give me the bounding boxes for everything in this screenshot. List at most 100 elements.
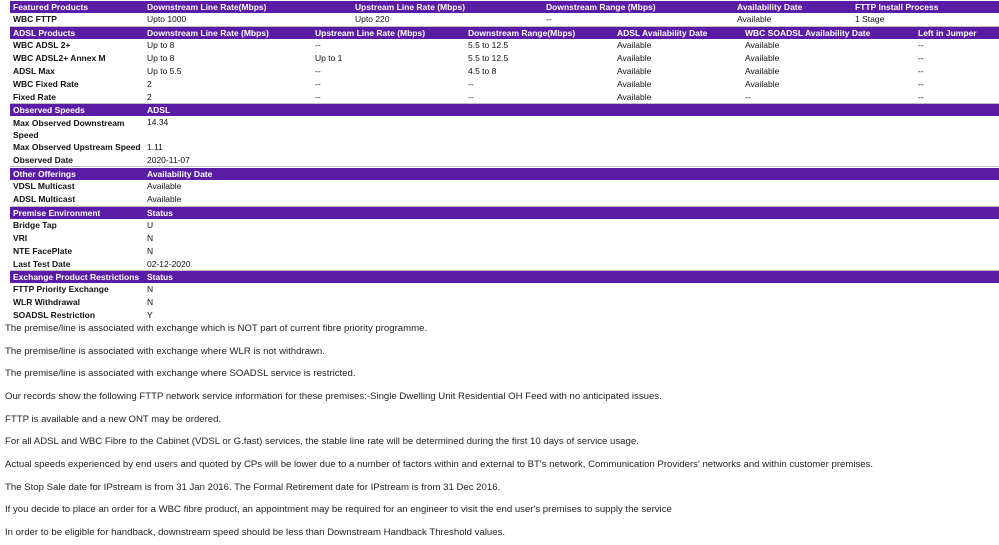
left-in-jumper: -- — [918, 40, 924, 50]
exchange-header-col-1: Status — [147, 272, 173, 282]
premise-label: NTE FacePlate — [13, 246, 73, 256]
featured-header-col-1: Downstream Line Rate(Mbps) — [147, 2, 267, 12]
note-fibre-priority: The premise/line is associated with exch… — [5, 323, 428, 334]
downstream-rate: 2 — [147, 79, 152, 89]
table-row: Max Observed Upstream Speed 1.11 — [10, 141, 999, 154]
upstream-rate: -- — [315, 66, 321, 76]
exchange-value: N — [147, 297, 154, 307]
table-row: WBC ADSL2+ Annex M Up to 8 Up to 1 5.5 t… — [10, 52, 999, 65]
featured-header-col-2: Upstream Line Rate (Mbps) — [355, 2, 466, 12]
premise-value: U — [147, 220, 154, 230]
table-row: FTTP Priority Exchange N — [10, 283, 999, 296]
upstream-rate: -- — [315, 79, 321, 89]
adsl-header-col-1: Downstream Line Rate (Mbps) — [147, 28, 269, 38]
soadsl-availability: Available — [745, 53, 780, 63]
adsl-header-col-4: ADSL Availability Date — [617, 28, 708, 38]
premise-header-col-1: Status — [147, 208, 173, 218]
left-in-jumper: -- — [918, 53, 924, 63]
downstream-rate: Up to 8 — [147, 40, 175, 50]
observed-speeds-table: Observed Speeds ADSL Max Observed Downst… — [10, 104, 999, 167]
adsl-availability: Available — [617, 79, 652, 89]
observed-label: Max Observed Upstream Speed — [13, 142, 141, 152]
premise-value: N — [147, 233, 154, 243]
other-offerings-table: Other Offerings Availability Date VDSL M… — [10, 168, 999, 206]
table-row: VDSL Multicast Available — [10, 180, 999, 193]
downstream-rate: Up to 8 — [147, 53, 175, 63]
adsl-header-col-5: WBC SOADSL Availability Date — [745, 28, 871, 38]
other-offerings-header: Other Offerings Availability Date — [10, 168, 999, 180]
exchange-restrictions-header: Exchange Product Restrictions Status — [10, 271, 999, 283]
note-ipstream: The Stop Sale date for IPstream is from … — [5, 482, 501, 493]
left-in-jumper: -- — [918, 66, 924, 76]
adsl-availability: Available — [617, 66, 652, 76]
divider — [10, 166, 999, 167]
premise-header-col-0: Premise Environment — [13, 208, 101, 218]
table-row: WLR Withdrawal N — [10, 296, 999, 309]
offering-value: Available — [147, 194, 182, 204]
note-wlr: The premise/line is associated with exch… — [5, 346, 325, 357]
adsl-header-col-2: Upstream Line Rate (Mbps) — [315, 28, 426, 38]
premise-environment-table: Premise Environment Status Bridge Tap U … — [10, 207, 999, 271]
adsl-header-col-6: Left in Jumper — [918, 28, 977, 38]
product-name: ADSL Max — [13, 66, 55, 76]
offerings-header-col-1: Availability Date — [147, 169, 213, 179]
note-actual-speeds: Actual speeds experienced by end users a… — [5, 459, 874, 470]
featured-products-header: Featured Products Downstream Line Rate(M… — [10, 1, 999, 13]
table-row: NTE FacePlate N — [10, 245, 999, 258]
premise-label: Bridge Tap — [13, 220, 57, 230]
note-soadsl: The premise/line is associated with exch… — [5, 368, 356, 379]
adsl-products-header: ADSL Products Downstream Line Rate (Mbps… — [10, 27, 999, 39]
adsl-availability: Available — [617, 53, 652, 63]
featured-header-col-4: Availability Date — [737, 2, 803, 12]
product-name: WBC ADSL 2+ — [13, 40, 71, 50]
upstream-rate: Upto 220 — [355, 14, 390, 24]
upstream-rate: Up to 1 — [315, 53, 343, 63]
exchange-header-col-0: Exchange Product Restrictions — [13, 272, 140, 282]
downstream-range: 5.5 to 12.5 — [468, 40, 509, 50]
product-name: WBC ADSL2+ Annex M — [13, 53, 106, 63]
adsl-products-table: ADSL Products Downstream Line Rate (Mbps… — [10, 27, 999, 104]
downstream-range: -- — [468, 79, 474, 89]
featured-header-col-0: Featured Products — [13, 2, 89, 12]
note-handback: In order to be eligible for handback, do… — [5, 527, 506, 538]
table-row: WBC FTTP Upto 1000 Upto 220 -- Available… — [10, 13, 999, 26]
note-fttp-network: Our records show the following FTTP netw… — [5, 391, 662, 402]
downstream-rate: Upto 1000 — [147, 14, 187, 24]
table-row: WBC Fixed Rate 2 -- -- Available Availab… — [10, 78, 999, 91]
observed-header-col-1: ADSL — [147, 105, 171, 115]
downstream-range: 4.5 to 8 — [468, 66, 497, 76]
downstream-range: 5.5 to 12.5 — [468, 53, 509, 63]
exchange-label: SOADSL Restriction — [13, 310, 96, 320]
table-row: Bridge Tap U — [10, 219, 999, 232]
exchange-label: WLR Withdrawal — [13, 297, 80, 307]
product-name: WBC FTTP — [13, 14, 57, 24]
exchange-value: N — [147, 284, 154, 294]
adsl-header-col-0: ADSL Products — [13, 28, 76, 38]
offering-label: VDSL Multicast — [13, 181, 75, 191]
soadsl-availability: Available — [745, 66, 780, 76]
offering-value: Available — [147, 181, 182, 191]
offering-label: ADSL Multicast — [13, 194, 76, 204]
left-in-jumper: -- — [918, 79, 924, 89]
availability-date: Available — [737, 14, 772, 24]
soadsl-availability: Available — [745, 79, 780, 89]
observed-value: 14.34 — [147, 117, 169, 127]
adsl-header-col-3: Downstream Range(Mbps) — [468, 28, 576, 38]
downstream-range: -- — [546, 14, 552, 24]
exchange-label: FTTP Priority Exchange — [13, 284, 109, 294]
observed-label: Max Observed Downstream Speed — [13, 118, 125, 140]
adsl-availability: Available — [617, 40, 652, 50]
table-row: ADSL Max Up to 5.5 -- 4.5 to 8 Available… — [10, 65, 999, 78]
product-name: WBC Fixed Rate — [13, 79, 79, 89]
upstream-rate: -- — [315, 40, 321, 50]
exchange-value: Y — [147, 310, 153, 320]
table-row: Max Observed Downstream Speed 14.34 — [10, 116, 999, 141]
featured-header-col-5: FTTP Install Process — [855, 2, 939, 12]
featured-products-table: Featured Products Downstream Line Rate(M… — [10, 1, 999, 26]
observed-value: 1.11 — [147, 142, 163, 152]
table-row: SOADSL Restriction Y — [10, 309, 999, 322]
table-row: ADSL Multicast Available — [10, 193, 999, 206]
premise-value: N — [147, 246, 154, 256]
downstream-rate: Up to 5.5 — [147, 66, 182, 76]
observed-header-col-0: Observed Speeds — [13, 105, 85, 115]
